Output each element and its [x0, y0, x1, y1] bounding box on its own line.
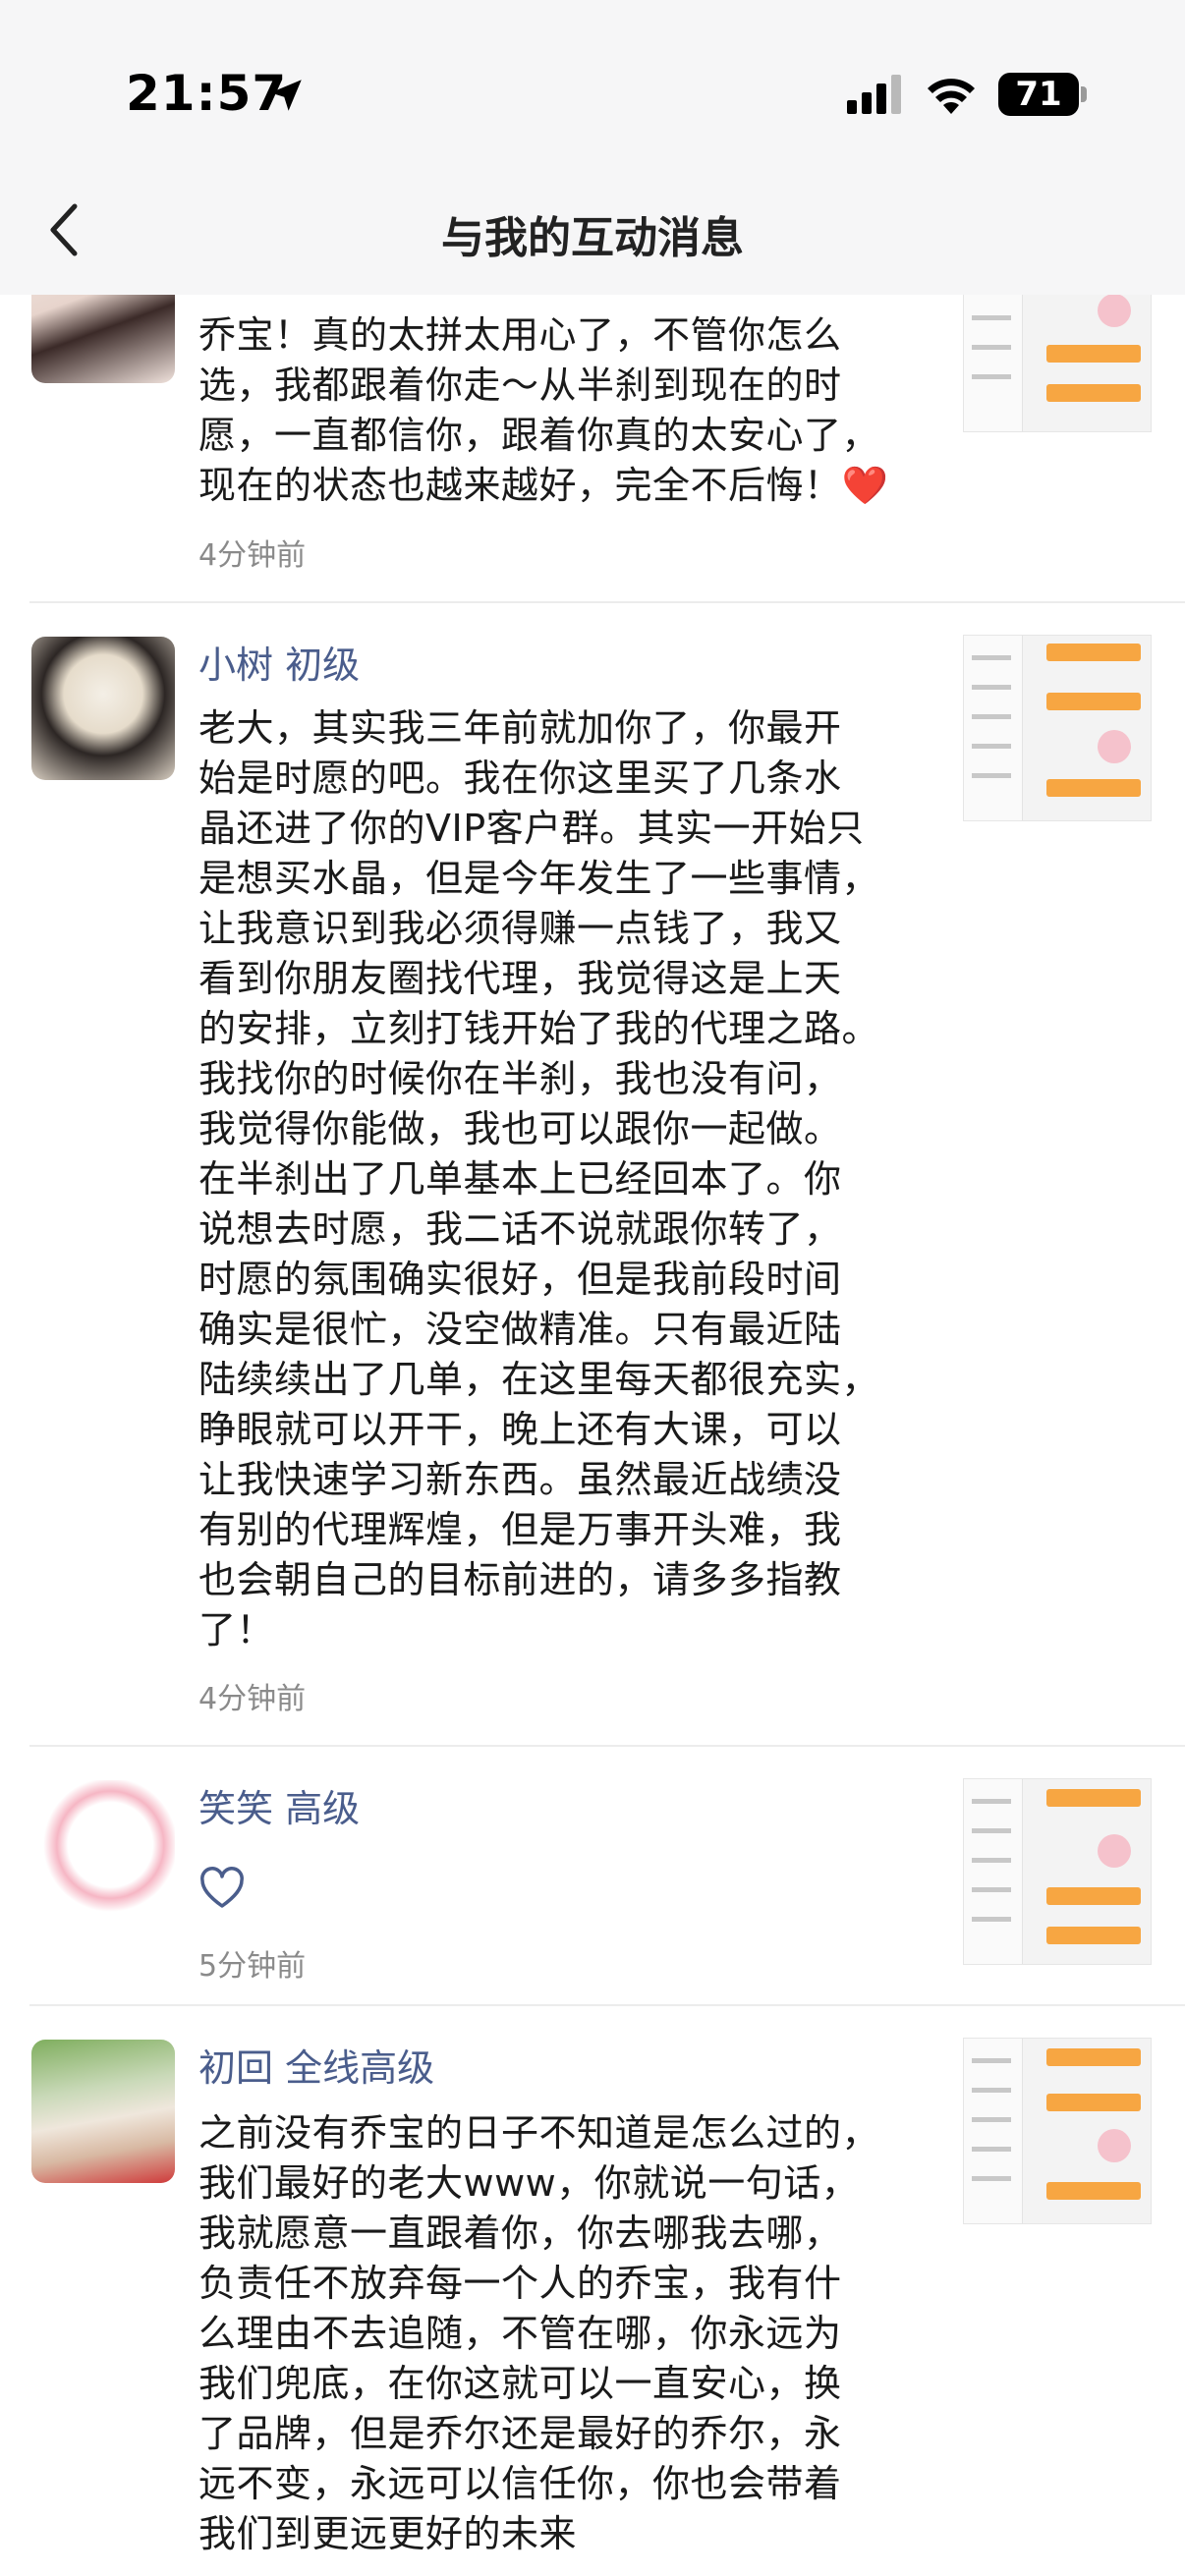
post-thumbnail[interactable]	[963, 2038, 1152, 2224]
page-title: 与我的互动消息	[441, 213, 744, 263]
comment-line: 乔宝！真的太拼太用心了，不管你怎么	[198, 313, 842, 357]
location-arrow-icon	[270, 80, 302, 111]
comment-line: 看到你朋友圈找代理，我觉得这是上天	[198, 957, 842, 1000]
comment-line: 老大，其实我三年前就加你了，你最开	[198, 706, 842, 750]
comment-text: 老大，其实我三年前就加你了，你最开 始是时愿的吧。我在你这里买了几条水 晶还进了…	[198, 703, 926, 1655]
thumb-bubble	[1046, 1887, 1141, 1905]
avatar[interactable]	[31, 2040, 175, 2183]
comment-line: 的安排，立刻打钱开始了我的代理之路。	[198, 1007, 880, 1050]
battery-level: 71	[1015, 75, 1062, 114]
comment-line: 了！	[198, 1608, 275, 1652]
timestamp: 4分钟前	[198, 1682, 307, 1716]
thumb-bubble	[1046, 345, 1141, 363]
thumb-sidebar	[964, 1779, 1023, 1964]
thumb-bubble	[1046, 693, 1141, 710]
thumb-bubble	[1046, 779, 1141, 797]
user-name[interactable]: 小树 初级	[198, 635, 360, 689]
comment-line: 现在的状态也越来越好，完全不后悔！❤️	[198, 461, 926, 511]
thumb-sidebar	[964, 2039, 1023, 2223]
comment-line: 远不变，永远可以信任你，你也会带着	[198, 2462, 842, 2505]
wifi-icon	[928, 79, 975, 114]
comment-text: 之前没有乔宝的日子不知道是怎么过的， 我们最好的老大www，你就说一句话， 我就…	[198, 2108, 926, 2559]
avatar[interactable]	[31, 637, 175, 780]
comment-line: 让我快速学习新东西。虽然最近战绩没	[198, 1458, 842, 1501]
comment-line: 了品牌，但是乔尔还是最好的乔尔，永	[198, 2412, 842, 2455]
post-thumbnail[interactable]	[963, 1778, 1152, 1965]
thumb-sidebar	[964, 636, 1023, 820]
comment-text: 乔宝！真的太拼太用心了，不管你怎么 选，我都跟着你走～从半刹到现在的时 愿，一直…	[198, 310, 926, 511]
post-thumbnail[interactable]	[963, 635, 1152, 821]
list-item[interactable]: 初回 全线高级 之前没有乔宝的日子不知道是怎么过的， 我们最好的老大www，你就…	[0, 2006, 1185, 2576]
comment-line: 确实是很忙，没空做精准。只有最近陆	[198, 1308, 842, 1351]
comment-line: 睁眼就可以开干，晚上还有大课，可以	[198, 1408, 842, 1451]
comment-line: 我找你的时候你在半刹，我也没有问，	[198, 1057, 842, 1100]
comment-line-text: 现在的状态也越来越好，完全不后悔！	[198, 464, 842, 507]
heart-outline-icon[interactable]	[198, 1867, 246, 1910]
comment-line: 时愿的氛围确实很好，但是我前段时间	[198, 1258, 842, 1301]
thumb-bubble	[1046, 644, 1141, 661]
cellular-signal-icon	[847, 75, 901, 114]
thumb-bubble	[1046, 1927, 1141, 1944]
comment-line: 么理由不去追随，不管在哪，你永远为	[198, 2312, 842, 2355]
comment-line: 愿，一直都信你，跟着你真的太安心了，	[198, 414, 880, 457]
battery-tip	[1081, 86, 1087, 102]
thumb-bubble	[1046, 2048, 1141, 2066]
timestamp: 5分钟前	[198, 1949, 307, 1984]
list-item[interactable]: 小树 初级 老大，其实我三年前就加你了，你最开 始是时愿的吧。我在你这里买了几条…	[0, 603, 1185, 1743]
comment-line: 负责任不放弃每一个人的乔宝，我有什	[198, 2262, 842, 2305]
comment-line: 我们最好的老大www，你就说一句话，	[198, 2161, 860, 2205]
comment-line: 选，我都跟着你走～从半刹到现在的时	[198, 364, 842, 407]
thumb-sticker	[1098, 294, 1131, 327]
timestamp: 4分钟前	[198, 538, 307, 573]
thumb-bubble	[1046, 384, 1141, 402]
comment-line: 我觉得你能做，我也可以跟你一起做。	[198, 1107, 842, 1150]
comment-line: 我们到更远更好的未来	[198, 2512, 578, 2555]
comment-line: 陆续续出了几单，在这里每天都很充实，	[198, 1358, 880, 1401]
status-time: 21:57	[126, 65, 288, 122]
thumb-bubble	[1046, 2182, 1141, 2200]
user-name[interactable]: 笑笑 高级	[198, 1778, 360, 1832]
thumb-sticker	[1098, 730, 1131, 763]
list-item[interactable]: 笑笑 高级 5分钟前	[0, 1747, 1185, 2002]
comment-line: 之前没有乔宝的日子不知道是怎么过的，	[198, 2111, 880, 2155]
thumb-sticker	[1098, 2129, 1131, 2162]
comment-line: 说想去时愿，我二话不说就跟你转了，	[198, 1207, 842, 1251]
top-bar: 21:57 71 与我的互动消息	[0, 0, 1185, 295]
comment-line: 我就愿意一直跟着你，你去哪我去哪，	[198, 2212, 842, 2255]
heart-emoji: ❤️	[841, 464, 889, 507]
comment-line: 有别的代理辉煌，但是万事开头难，我	[198, 1508, 842, 1551]
thumb-bubble	[1046, 2094, 1141, 2111]
comment-line: 是想买水晶，但是今年发生了一些事情，	[198, 857, 880, 900]
avatar[interactable]	[31, 1780, 175, 1924]
comment-line: 让我意识到我必须得赚一点钱了，我又	[198, 907, 842, 950]
comment-line: 也会朝自己的目标前进的，请多多指教	[198, 1558, 842, 1601]
comment-line: 在半刹出了几单基本上已经回本了。你	[198, 1157, 842, 1201]
user-name[interactable]: 初回 全线高级	[198, 2038, 434, 2092]
thumb-bubble	[1046, 1789, 1141, 1807]
comment-line: 始是时愿的吧。我在你这里买了几条水	[198, 756, 842, 800]
comment-line: 我们兜底，在你这就可以一直安心，换	[198, 2362, 842, 2405]
thumb-sticker	[1098, 1834, 1131, 1868]
comment-line: 晶还进了你的VIP客户群。其实一开始只	[198, 807, 865, 850]
